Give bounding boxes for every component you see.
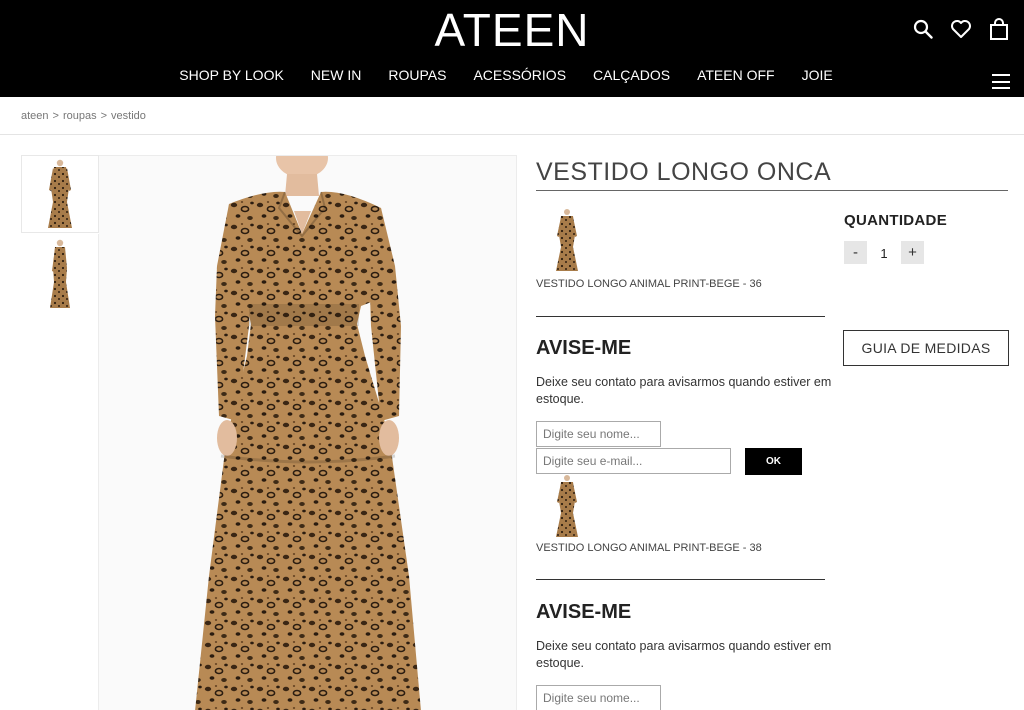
notify-title: AVISE-ME [536,337,632,359]
product-title: VESTIDO LONGO ONCA [536,158,832,186]
variant-thumbnail-36 [547,208,587,272]
breadcrumb-vestido[interactable]: vestido [111,110,146,122]
variant-label-36: VESTIDO LONGO ANIMAL PRINT-BEGE - 36 [536,278,762,290]
breadcrumb-roupas[interactable]: roupas [63,110,97,122]
variant-thumbnail-38 [547,474,587,538]
thumbnail-list [21,155,99,315]
title-divider [536,190,1008,191]
product-main-image[interactable] [99,155,517,710]
notify-name-input[interactable] [536,685,661,710]
variant-divider [536,316,825,317]
main-nav: SHOP BY LOOK NEW IN ROUPAS ACESSÓRIOS CA… [0,67,1024,83]
quantity-label: QUANTIDADE [844,212,947,229]
breadcrumb-home[interactable]: ateen [21,110,49,122]
product-thumbnail-side[interactable] [21,235,99,313]
variant-divider [536,579,825,580]
notify-description: Deixe seu contato para avisarmos quando … [536,375,832,406]
breadcrumb-divider [0,134,1024,135]
size-guide-button[interactable]: GUIA DE MEDIDAS [843,330,1009,366]
nav-calcados[interactable]: CALÇADOS [593,67,670,83]
nav-roupas[interactable]: ROUPAS [388,67,446,83]
nav-shop-by-look[interactable]: SHOP BY LOOK [179,67,284,83]
notify-name-input[interactable] [536,421,661,447]
site-header: ATEEN SHOP BY LOOK NEW IN ROUPAS ACESSÓR… [0,0,1024,97]
product-thumbnail-front[interactable] [21,155,99,233]
nav-joie[interactable]: JOIE [802,67,833,83]
breadcrumb-separator: > [52,110,59,122]
breadcrumb: ateen > roupas > vestido [21,110,146,122]
notify-submit-button[interactable]: OK [745,448,802,475]
notify-description: Deixe seu contato para avisarmos quando … [536,639,832,670]
breadcrumb-separator: > [100,110,108,122]
quantity-increase-button[interactable]: + [901,241,924,264]
notify-email-input[interactable] [536,448,731,474]
header-icons [912,17,1010,41]
heart-icon[interactable] [950,17,972,41]
brand-logo[interactable]: ATEEN [0,3,1024,57]
bag-icon[interactable] [988,17,1010,41]
quantity-decrease-button[interactable]: - [844,241,867,264]
quantity-value: 1 [880,246,888,261]
variant-label-38: VESTIDO LONGO ANIMAL PRINT-BEGE - 38 [536,542,762,554]
nav-new-in[interactable]: NEW IN [311,67,362,83]
notify-title: AVISE-ME [536,601,632,623]
nav-acessorios[interactable]: ACESSÓRIOS [473,67,566,83]
nav-ateen-off[interactable]: ATEEN OFF [697,67,775,83]
menu-icon[interactable] [992,74,1010,89]
search-icon[interactable] [912,17,934,41]
